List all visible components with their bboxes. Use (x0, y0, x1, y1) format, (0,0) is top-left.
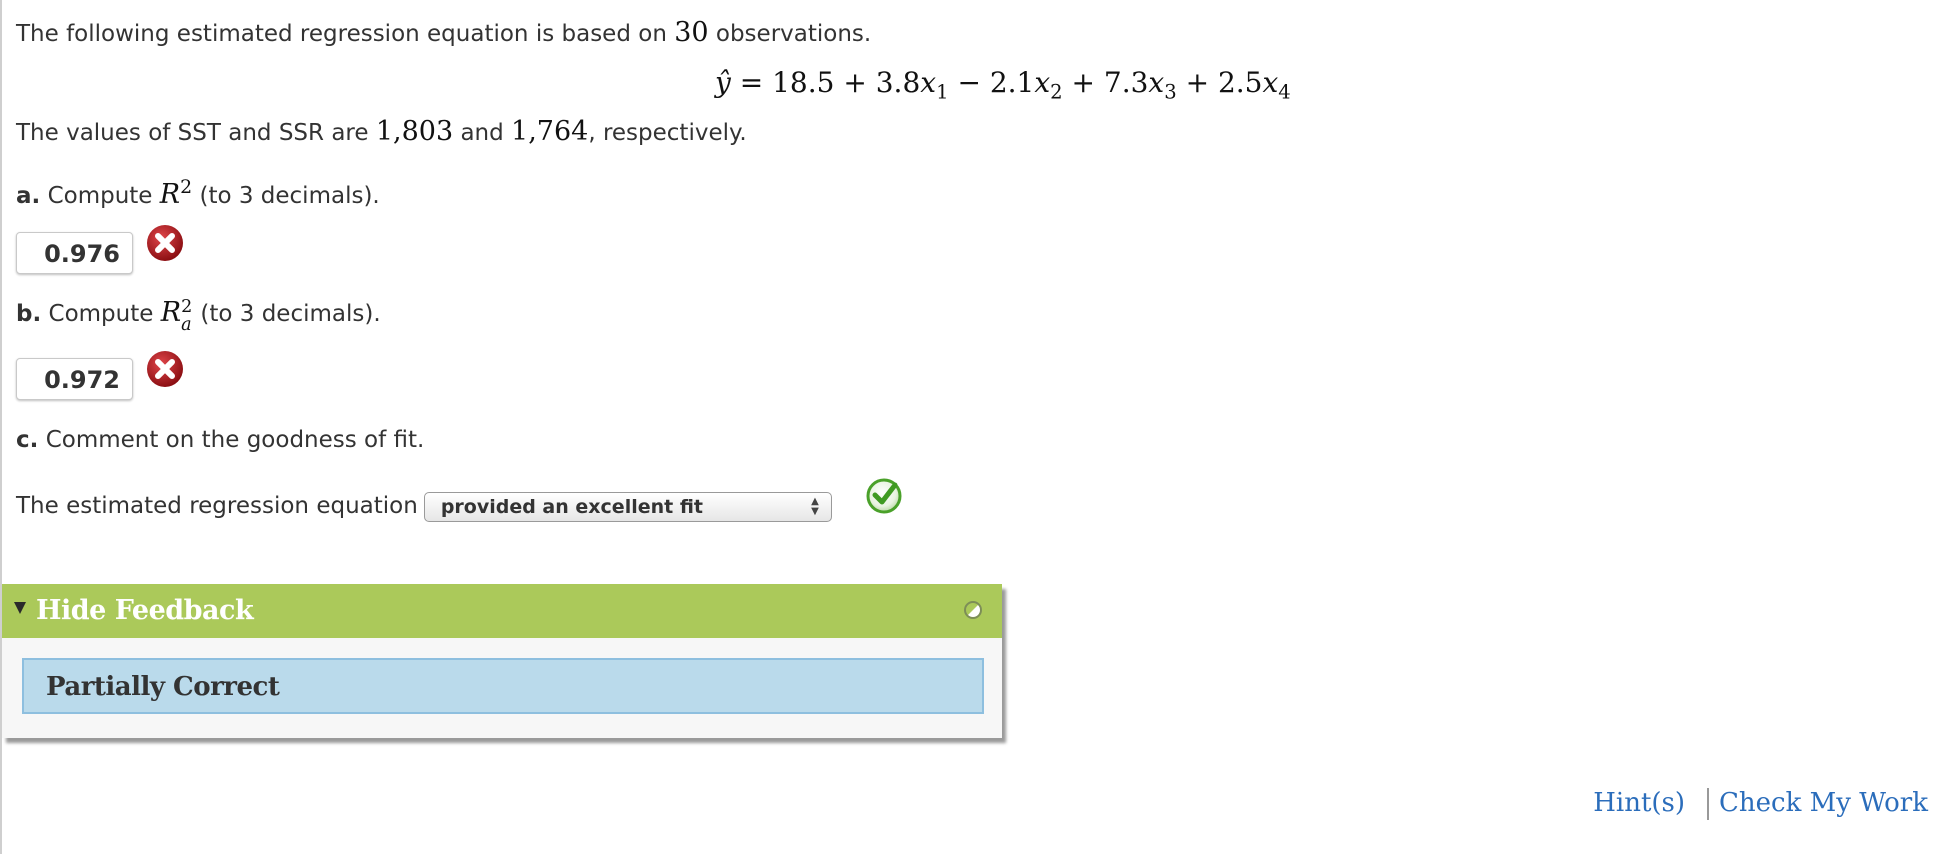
equals-sign: = (739, 66, 764, 99)
intro-suffix: observations. (715, 21, 872, 47)
footer-links: Hint(s) Check My Work (1593, 788, 1928, 820)
part-b-answer-input[interactable]: 0.972 (16, 358, 133, 400)
hide-feedback-toggle[interactable]: Hide Feedback (36, 595, 254, 626)
sst-suffix: , respectively. (588, 120, 747, 146)
sst-ssr-text: The values of SST and SSR are 1,803 and … (16, 117, 747, 148)
sst-value: 1,803 (375, 116, 454, 147)
goodness-of-fit-select[interactable]: provided an excellent fit ▲ ▼ (423, 491, 832, 522)
part-c-question: c. Comment on the goodness of fit. (16, 425, 424, 455)
part-b-letter: b. (16, 301, 42, 327)
check-my-work-link[interactable]: Check My Work (1719, 788, 1928, 818)
part-a-answer-input[interactable]: 0.976 (16, 232, 133, 274)
regression-equation: ŷ = 18.5 + 3.8x1 − 2.1x2 + 7.3x3 + 2.5x4 (715, 66, 1291, 110)
r-symbol: R (160, 297, 182, 328)
part-a-precision: (to 3 decimals). (199, 183, 380, 209)
x-circle-icon (147, 225, 183, 261)
term-4: + 2.5x4 (1185, 66, 1291, 104)
part-a-letter: a. (16, 183, 41, 209)
intercept: 18.5 (772, 66, 835, 99)
x-circle-icon (147, 351, 183, 387)
select-arrows-icon: ▲ ▼ (811, 495, 819, 517)
y-hat: ŷ (715, 66, 731, 99)
link-divider (1707, 788, 1710, 820)
hints-link[interactable]: Hint(s) (1593, 788, 1685, 818)
part-b-precision: (to 3 decimals). (200, 301, 381, 327)
part-c-prefix: The estimated regression equation (16, 493, 418, 519)
part-b-text: Compute (48, 301, 154, 327)
feedback-panel: Hide Feedback Partially Correct (2, 584, 1002, 738)
term-2: − 2.1x2 (957, 66, 1063, 104)
check-circle-icon (866, 478, 902, 514)
r-superscript: 2 (180, 176, 193, 198)
part-a-text: Compute (47, 183, 153, 209)
part-b-question: b. Compute R2a (to 3 decimals). (16, 297, 381, 335)
ssr-value: 1,764 (511, 116, 589, 147)
term-1: + 3.8x1 (843, 66, 949, 104)
info-circle-icon[interactable] (964, 601, 982, 619)
feedback-message-box: Partially Correct (22, 658, 984, 714)
observation-count: 30 (674, 17, 709, 48)
intro-text: The following estimated regression equat… (16, 18, 871, 49)
intro-prefix: The following estimated regression equat… (16, 21, 667, 47)
term-3: + 7.3x3 (1071, 66, 1177, 104)
feedback-header[interactable]: Hide Feedback (2, 584, 1002, 638)
and-text: and (460, 120, 504, 146)
feedback-status-text: Partially Correct (46, 672, 280, 702)
part-c-text: Comment on the goodness of fit. (45, 427, 425, 453)
r-subscript: a (181, 315, 192, 335)
part-c-answer-row: The estimated regression equation provide… (16, 491, 889, 522)
r-symbol: R (159, 179, 181, 210)
part-a-question: a. Compute R2 (to 3 decimals). (16, 172, 380, 211)
selected-option: provided an excellent fit (440, 495, 703, 518)
part-c-letter: c. (16, 427, 39, 453)
triangle-down-icon[interactable] (14, 602, 26, 614)
sst-prefix: The values of SST and SSR are (16, 120, 369, 146)
